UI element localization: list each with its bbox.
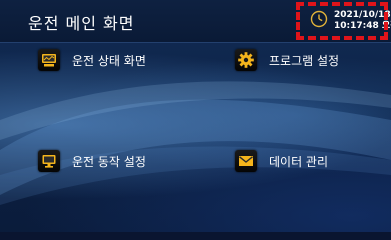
menu-item-program-settings[interactable]: 프로그램 설정 bbox=[235, 49, 339, 71]
gear-icon bbox=[235, 49, 257, 71]
highlight-box bbox=[296, 2, 388, 40]
menu-item-data-management[interactable]: 데이터 관리 bbox=[235, 150, 328, 172]
page-title: 운전 메인 화면 bbox=[28, 14, 135, 33]
footer-bar bbox=[0, 232, 391, 240]
menu-label-data-management: 데이터 관리 bbox=[269, 154, 329, 169]
menu-item-operation-action-settings[interactable]: 운전 동작 설정 bbox=[38, 150, 146, 172]
menu-item-operation-status[interactable]: 운전 상태 화면 bbox=[38, 49, 146, 71]
monitor-icon bbox=[38, 150, 60, 172]
main-screen: 운전 메인 화면 2021/10/18 10:17:48 오전 운전 상태 화면 bbox=[0, 0, 391, 240]
status-monitor-icon bbox=[38, 49, 60, 71]
envelope-icon bbox=[235, 150, 257, 172]
menu-label-operation-action-settings: 운전 동작 설정 bbox=[72, 154, 146, 169]
header-bar: 운전 메인 화면 2021/10/18 10:17:48 오전 bbox=[0, 0, 391, 43]
menu-label-operation-status: 운전 상태 화면 bbox=[72, 53, 146, 68]
menu-label-program-settings: 프로그램 설정 bbox=[269, 53, 340, 68]
